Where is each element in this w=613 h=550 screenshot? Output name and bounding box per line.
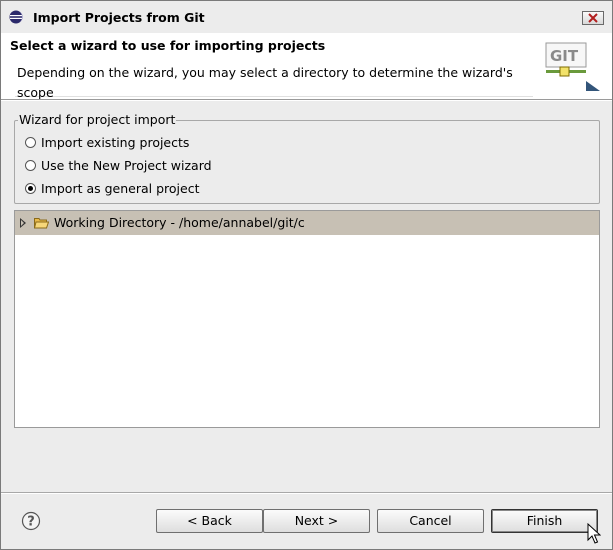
tree-item-working-directory[interactable]: Working Directory - /home/annabel/git/c bbox=[15, 211, 599, 235]
git-logo-icon: GIT bbox=[545, 42, 600, 91]
radio-import-existing[interactable]: Import existing projects bbox=[25, 133, 189, 151]
title-bar[interactable]: Import Projects from Git bbox=[1, 1, 612, 33]
wizard-header: Select a wizard to use for importing pro… bbox=[1, 33, 612, 100]
eclipse-icon bbox=[9, 10, 23, 24]
header-divider-highlight bbox=[1, 100, 612, 101]
cancel-button[interactable]: Cancel bbox=[377, 509, 484, 533]
radio-indicator[interactable] bbox=[25, 136, 36, 148]
directory-tree[interactable]: Working Directory - /home/annabel/git/c bbox=[14, 210, 600, 428]
radio-label: Use the New Project wizard bbox=[41, 157, 212, 173]
wizard-options-group: Wizard for project import Import existin… bbox=[14, 112, 600, 204]
tree-item-label: Working Directory - /home/annabel/git/c bbox=[54, 215, 305, 230]
window-title: Import Projects from Git bbox=[33, 10, 205, 25]
next-button[interactable]: Next > bbox=[263, 509, 370, 533]
expand-arrow-icon[interactable] bbox=[20, 218, 26, 228]
git-logo-text: GIT bbox=[550, 47, 579, 65]
svg-text:?: ? bbox=[27, 515, 35, 530]
radio-label: Import as general project bbox=[41, 180, 200, 196]
header-message: Depending on the wizard, you may select … bbox=[15, 63, 533, 100]
close-icon bbox=[588, 13, 598, 23]
radio-new-project-wizard[interactable]: Use the New Project wizard bbox=[25, 156, 212, 174]
folder-open-icon bbox=[34, 218, 49, 229]
button-bar-divider-highlight bbox=[1, 493, 612, 494]
radio-indicator[interactable] bbox=[25, 159, 36, 171]
group-label: Wizard for project import bbox=[18, 112, 177, 127]
close-button[interactable] bbox=[582, 11, 604, 25]
finish-button[interactable]: Finish bbox=[491, 509, 598, 533]
radio-label: Import existing projects bbox=[41, 134, 190, 150]
dialog-window: Import Projects from Git Select a wizard… bbox=[0, 0, 613, 550]
back-button[interactable]: < Back bbox=[156, 509, 263, 533]
help-icon[interactable]: ? bbox=[21, 511, 41, 531]
radio-indicator-selected[interactable] bbox=[25, 182, 36, 194]
header-title: Select a wizard to use for importing pro… bbox=[10, 38, 326, 53]
mouse-pointer-icon bbox=[587, 523, 601, 544]
radio-general-project[interactable]: Import as general project bbox=[25, 179, 199, 197]
